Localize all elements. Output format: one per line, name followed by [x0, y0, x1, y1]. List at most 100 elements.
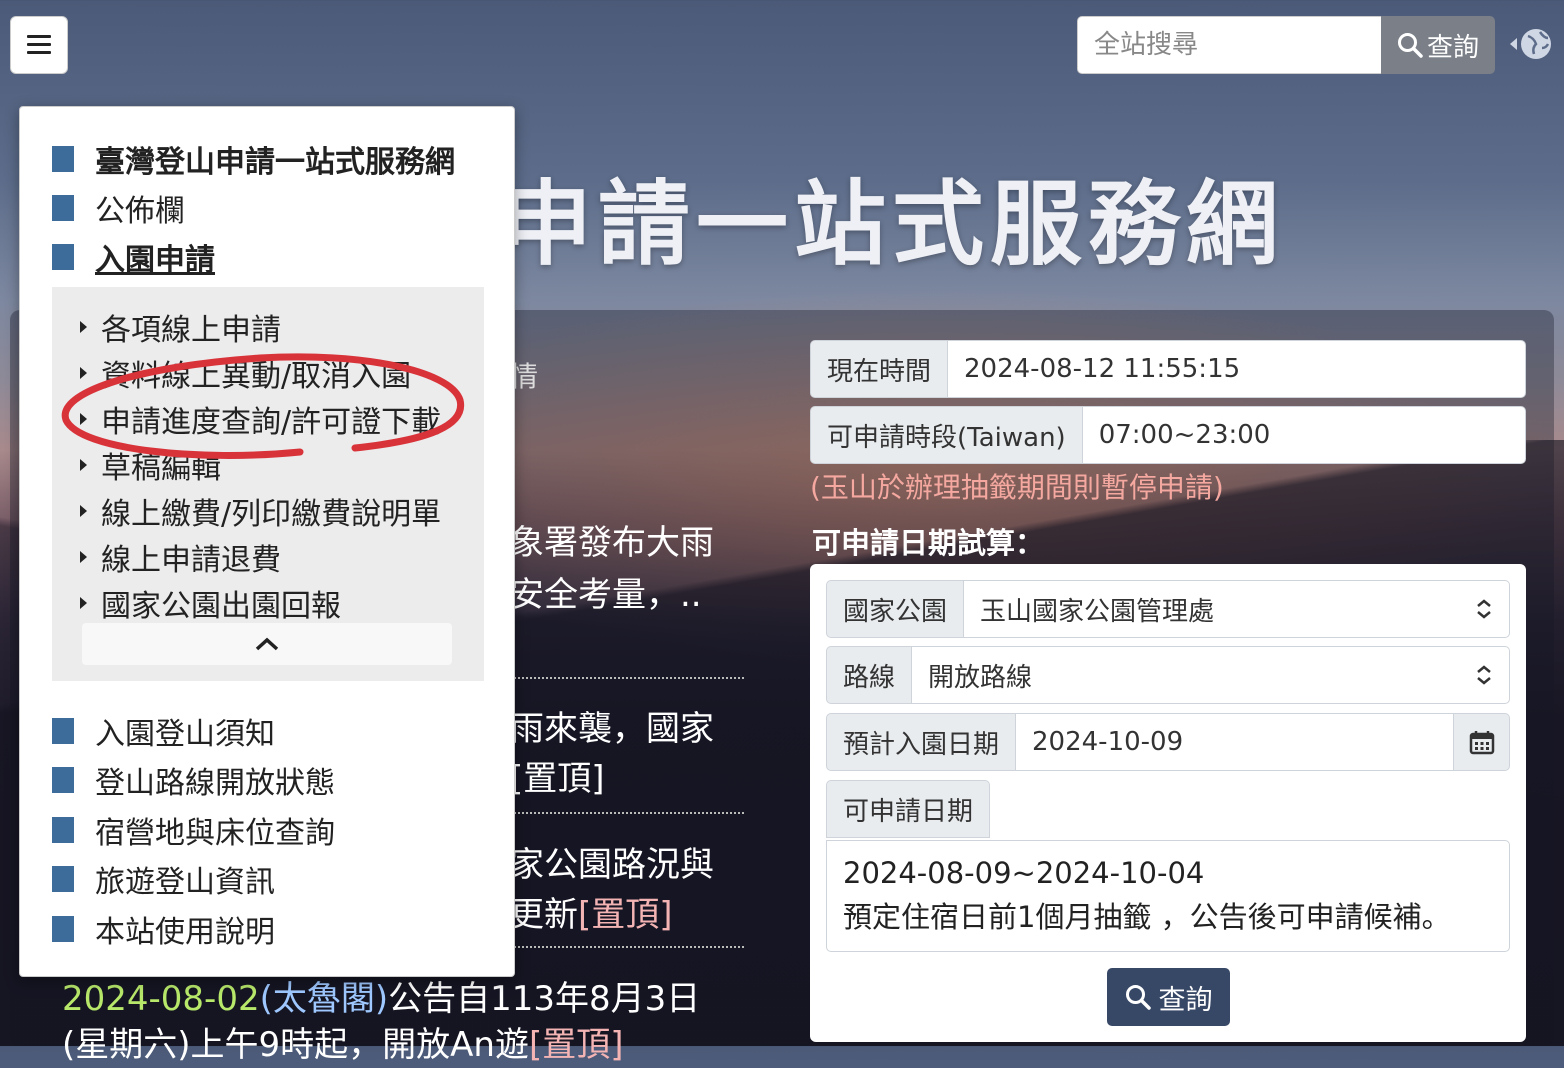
submenu-item-payment[interactable]: 線上繳費/列印繳費說明單 — [80, 489, 441, 533]
calc-query-button-label: 查詢 — [1158, 984, 1213, 1016]
menu-item-route-status[interactable]: 登山路線開放狀態 — [52, 758, 335, 802]
site-search-button-label: 查詢 — [1426, 32, 1479, 63]
menu-item-site-guide[interactable]: 本站使用說明 — [52, 907, 275, 951]
route-select[interactable]: 開放路線 — [912, 646, 1510, 704]
news-divider — [510, 946, 744, 948]
news-item-line[interactable]: 家公園路況與 — [510, 840, 714, 890]
park-select[interactable]: 玉山國家公園管理處 — [964, 580, 1510, 638]
caret-right-icon — [80, 597, 87, 609]
menu-item-entry-notice[interactable]: 入園登山須知 — [52, 709, 275, 753]
submenu-item-label: 申請進度查詢/許可證下載 — [101, 405, 442, 440]
apply-period-value: 07:00~23:00 — [1082, 406, 1526, 464]
news-site: (太魯閣) — [259, 979, 389, 1019]
menu-item-entry-application[interactable]: 入園申請 — [52, 235, 215, 279]
news-text: 更新 — [510, 895, 578, 935]
news-divider — [510, 677, 744, 679]
submenu-item-label: 草稿編輯 — [101, 451, 221, 486]
entry-date-input[interactable]: 2024-10-09 — [1016, 713, 1454, 771]
site-search-input[interactable] — [1077, 16, 1381, 74]
caret-right-icon — [80, 505, 87, 517]
select-arrows-icon — [1475, 598, 1493, 620]
submenu-item-modify-cancel[interactable]: 資料線上異動/取消入園 — [80, 351, 411, 395]
menu-item-travel-info[interactable]: 旅遊登山資訊 — [52, 857, 275, 901]
square-bullet-icon — [52, 195, 74, 221]
route-select-group: 路線 開放路線 — [826, 646, 1510, 704]
submenu-item-draft[interactable]: 草稿編輯 — [80, 443, 221, 487]
square-bullet-icon — [52, 916, 74, 942]
square-bullet-icon — [52, 244, 74, 270]
entry-date-label: 預計入園日期 — [826, 713, 1017, 771]
submenu-item-label: 各項線上申請 — [101, 313, 281, 348]
nav-dropdown-menu: 臺灣登山申請一站式服務網 公佈欄 入園申請 各項線上申請 資料線上異動/取消入園… — [19, 106, 515, 977]
square-bullet-icon — [52, 718, 74, 744]
result-date-range: 2024-08-09~2024-10-04 — [843, 856, 1205, 890]
entry-date-group: 預計入園日期 2024-10-09 — [826, 713, 1510, 771]
caret-right-icon — [80, 551, 87, 563]
submenu-item-exit-report[interactable]: 國家公園出園回報 — [80, 581, 341, 625]
park-label: 國家公園 — [826, 580, 965, 638]
submenu-item-progress-permit[interactable]: 申請進度查詢/許可證下載 — [80, 397, 441, 441]
menu-item-bulletin[interactable]: 公佈欄 — [52, 186, 185, 230]
result-note: 預定住宿日前1個月抽籤 ，公告後可申請候補。 — [843, 900, 1451, 934]
menu-toggle-button[interactable] — [10, 16, 68, 74]
news-item-line[interactable]: 象署發布大雨 — [510, 518, 714, 568]
calendar-button[interactable] — [1454, 713, 1510, 771]
submenu-collapse-button[interactable] — [82, 623, 452, 665]
submenu-item-label: 線上繳費/列印繳費說明單 — [101, 497, 442, 532]
submenu-item-label: 國家公園出園回報 — [101, 589, 341, 624]
submenu-item-label: 線上申請退費 — [101, 543, 281, 578]
current-time-label: 現在時間 — [810, 340, 949, 398]
menu-item-label: 入園登山須知 — [95, 717, 275, 752]
apply-period-label: 可申請時段(Taiwan) — [810, 406, 1083, 464]
hero-title: 申請一站式服務網 — [500, 171, 1285, 278]
calc-title: 可申請日期試算： — [812, 526, 1045, 560]
menu-item-label: 本站使用說明 — [95, 915, 275, 950]
pinned-tag: [置頂] — [510, 759, 605, 799]
news-text: (星期六)上午9時起，開放An遊 — [62, 1025, 529, 1065]
caret-left-icon — [1510, 38, 1517, 50]
park-select-group: 國家公園 玉山國家公園管理處 — [826, 580, 1510, 638]
apply-period-group: 可申請時段(Taiwan) 07:00~23:00 — [810, 406, 1526, 464]
menu-item-label: 旅遊登山資訊 — [95, 865, 275, 900]
language-selector[interactable] — [1508, 24, 1560, 64]
menu-item-campsite-query[interactable]: 宿營地與床位查詢 — [52, 808, 335, 852]
site-search: 查詢 — [1077, 16, 1495, 74]
square-bullet-icon — [52, 146, 74, 172]
site-search-button[interactable]: 查詢 — [1381, 16, 1495, 74]
calc-query-button[interactable]: 查詢 — [1107, 968, 1230, 1026]
submenu-item-online-apply[interactable]: 各項線上申請 — [80, 305, 281, 349]
menu-item-home[interactable]: 臺灣登山申請一站式服務網 — [52, 137, 455, 181]
result-box: 2024-08-09~2024-10-04 預定住宿日前1個月抽籤 ，公告後可申… — [826, 840, 1510, 952]
pinned-tag: [置頂] — [528, 1025, 624, 1065]
current-time-value: 2024-08-12 11:55:15 — [948, 340, 1526, 398]
square-bullet-icon — [52, 767, 74, 793]
news-date: 2024-08-02 — [62, 979, 260, 1019]
caret-right-icon — [80, 367, 87, 379]
square-bullet-icon — [52, 866, 74, 892]
square-bullet-icon — [52, 817, 74, 843]
caret-right-icon — [80, 459, 87, 471]
route-label: 路線 — [826, 646, 913, 704]
news-divider — [510, 812, 744, 814]
result-label: 可申請日期 — [826, 780, 991, 838]
menu-item-label: 登山路線開放狀態 — [95, 766, 335, 801]
submenu-item-refund[interactable]: 線上申請退費 — [80, 535, 281, 579]
menu-item-label: 公佈欄 — [95, 194, 185, 229]
pinned-tag: [置頂] — [578, 895, 673, 935]
news-item-line[interactable]: 安全考量，.. — [510, 570, 702, 620]
submenu-item-label: 資料線上異動/取消入園 — [101, 359, 412, 394]
result-label-group: 可申請日期 — [826, 780, 991, 838]
park-select-value: 玉山國家公園管理處 — [980, 596, 1215, 627]
search-icon — [1125, 985, 1151, 1010]
menu-item-label: 入園申請 — [95, 243, 215, 278]
search-icon — [1397, 33, 1423, 58]
hamburger-icon — [27, 35, 51, 55]
news-item-line[interactable]: 雨來襲，國家 — [510, 704, 714, 754]
caret-right-icon — [80, 321, 87, 333]
news-text: 公告自113年8月3日 — [388, 979, 701, 1019]
date-calculator-card: 國家公園 玉山國家公園管理處 路線 開放路線 預計入園日期 2024-10-09… — [810, 564, 1526, 1042]
news-item-line[interactable]: 更新[置頂] — [510, 890, 673, 940]
select-arrows-icon — [1475, 664, 1493, 686]
current-time-group: 現在時間 2024-08-12 11:55:15 — [810, 340, 1526, 398]
news-item[interactable]: 2024-08-02(太魯閣)公告自113年8月3日 (星期六)上午9時起，開放… — [62, 976, 700, 1068]
